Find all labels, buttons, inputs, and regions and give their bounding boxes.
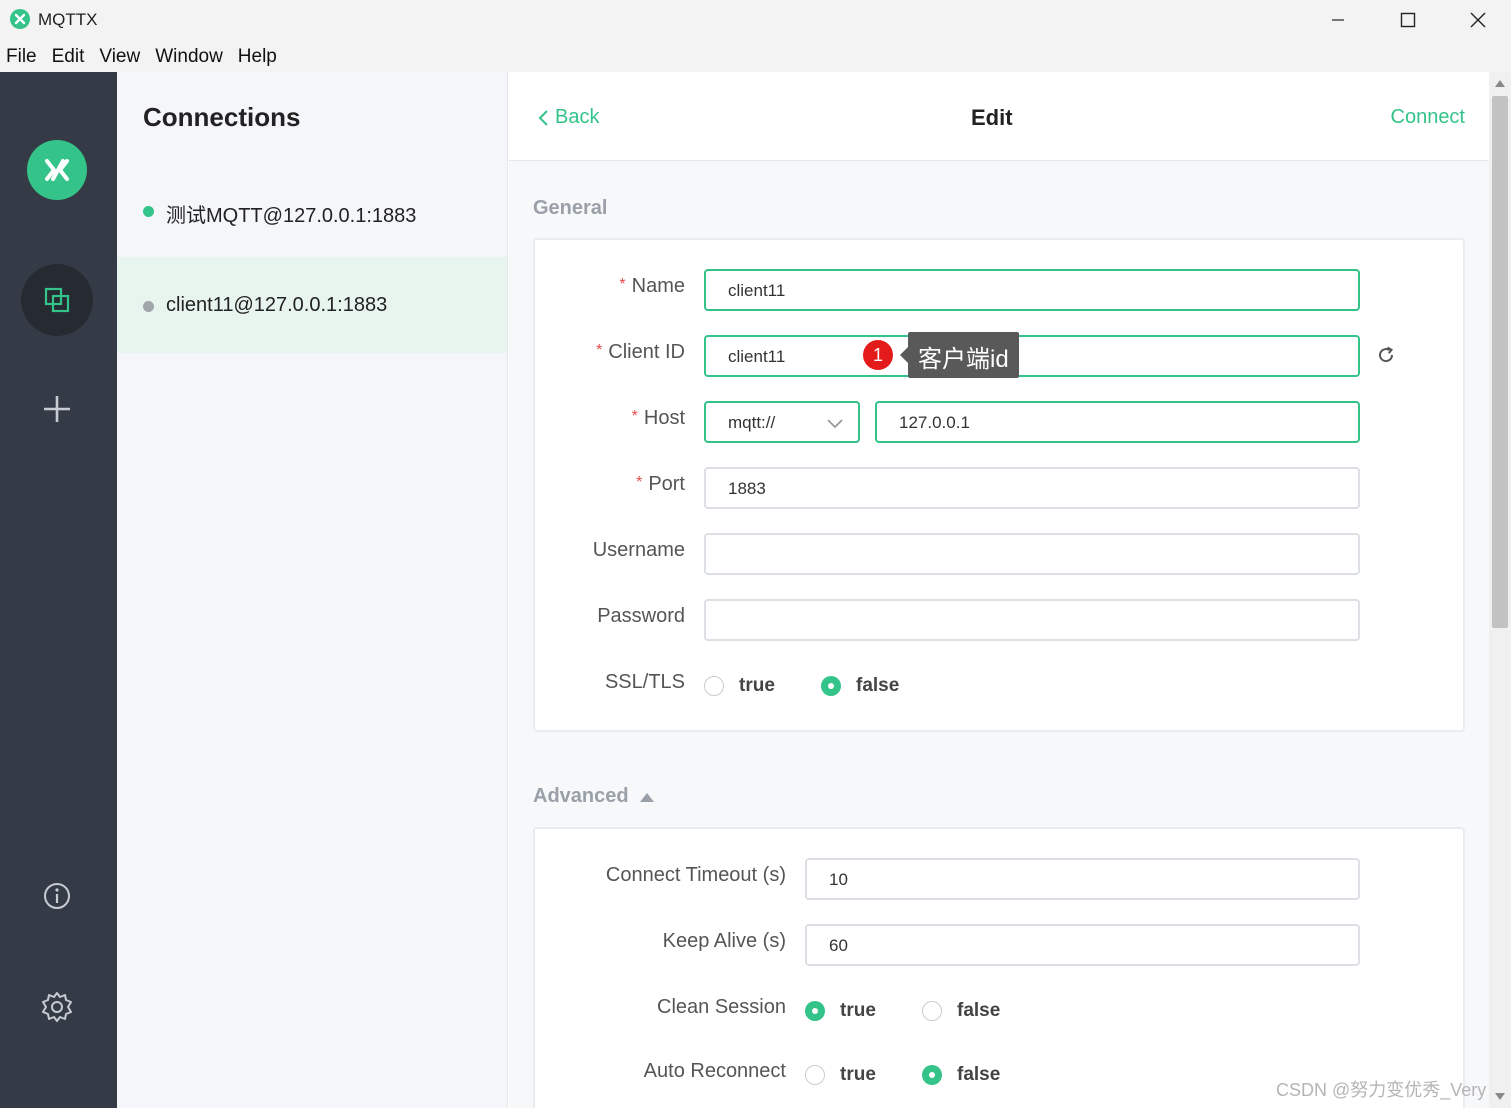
scrollbar-thumb[interactable] <box>1492 96 1508 628</box>
host-input[interactable]: 127.0.0.1 <box>875 401 1360 443</box>
close-button[interactable] <box>1443 0 1511 40</box>
protocol-value: mqtt:// <box>728 413 776 432</box>
client-id-label: * Client ID <box>596 341 685 363</box>
connect-timeout-input[interactable]: 10 <box>805 858 1360 900</box>
maximize-button[interactable] <box>1373 0 1443 40</box>
connection-item[interactable]: 测试MQTT@127.0.0.1:1883 <box>117 162 507 258</box>
protocol-select[interactable]: mqtt:// <box>704 401 860 443</box>
auto-reconnect-true-radio[interactable] <box>805 1065 825 1085</box>
page-title: Edit <box>971 105 1013 130</box>
menu-bar: File Edit View Window Help <box>0 40 1511 72</box>
annotation-tooltip: 客户端id <box>900 332 1019 378</box>
connect-timeout-label: Connect Timeout (s) <box>605 864 786 886</box>
general-card: * Name client11 * Client ID client11 1 客户端… <box>533 238 1465 732</box>
connect-button[interactable]: Connect <box>1391 106 1466 129</box>
keep-alive-input[interactable]: 60 <box>805 924 1360 966</box>
caret-up-icon <box>639 792 654 802</box>
auto-reconnect-true-label: true <box>840 1064 876 1085</box>
chevron-left-icon <box>538 109 548 126</box>
username-label: Username <box>592 539 685 561</box>
port-label: * Port <box>636 473 685 495</box>
connection-label: 测试MQTT@127.0.0.1:1883 <box>166 205 417 227</box>
auto-reconnect-false-radio[interactable] <box>922 1065 942 1085</box>
advanced-section-title: Advanced <box>533 785 629 807</box>
username-input[interactable] <box>704 533 1360 575</box>
name-label: * Name <box>619 275 685 297</box>
connection-label: client11@127.0.0.1:1883 <box>166 294 388 316</box>
status-dot <box>143 206 154 217</box>
ssl-true-label: true <box>739 675 775 696</box>
port-input[interactable]: 1883 <box>704 467 1360 509</box>
scrollbar[interactable] <box>1489 72 1511 1108</box>
about-button[interactable] <box>40 879 74 913</box>
gear-icon <box>42 992 72 1022</box>
edit-header: Back Edit Connect <box>509 72 1489 161</box>
clean-session-false-radio[interactable] <box>922 1001 942 1021</box>
window-title: MQTTX <box>38 10 98 29</box>
clean-session-true-label: true <box>840 1000 876 1021</box>
auto-reconnect-false-label: false <box>957 1064 1001 1085</box>
keep-alive-label: Keep Alive (s) <box>662 930 786 952</box>
back-label: Back <box>555 106 600 128</box>
minimize-button[interactable] <box>1303 0 1373 40</box>
edit-panel: Back Edit Connect General * Name client11… <box>509 72 1489 1108</box>
back-button[interactable]: Back <box>537 106 599 129</box>
general-section-title: General <box>533 197 608 219</box>
advanced-card: Connect Timeout (s) 10 Keep Alive (s) 60… <box>533 827 1465 1108</box>
scroll-up-icon[interactable] <box>1495 80 1505 87</box>
chevron-down-icon <box>827 419 843 429</box>
connections-nav-button[interactable] <box>21 264 93 336</box>
mqttx-logo-icon <box>27 140 87 200</box>
refresh-icon <box>1379 346 1394 363</box>
password-label: Password <box>597 605 685 627</box>
password-input[interactable] <box>704 599 1360 641</box>
menu-window[interactable]: Window <box>149 40 232 72</box>
host-label: * Host <box>631 407 685 429</box>
connections-icon <box>44 287 70 313</box>
client-id-input[interactable]: client11 <box>704 335 1360 377</box>
watermark: CSDN @努力变优秀_Very <box>1276 1080 1487 1100</box>
menu-view[interactable]: View <box>93 40 149 72</box>
clean-session-false-label: false <box>957 1000 1001 1021</box>
advanced-section-toggle[interactable]: Advanced <box>533 785 655 808</box>
info-icon <box>44 883 70 909</box>
annotation-badge: 1 <box>863 340 893 370</box>
refresh-client-id-button[interactable] <box>1375 344 1397 366</box>
status-dot <box>143 301 154 312</box>
menu-help[interactable]: Help <box>232 40 286 72</box>
menu-file[interactable]: File <box>0 40 46 72</box>
name-input[interactable]: client11 <box>704 269 1360 311</box>
clean-session-true-radio[interactable] <box>805 1001 825 1021</box>
connections-title: Connections <box>143 102 301 132</box>
settings-button[interactable] <box>38 988 76 1026</box>
mqttx-logo-icon <box>10 9 30 29</box>
ssl-true-radio[interactable] <box>704 676 724 696</box>
side-nav <box>0 72 117 1108</box>
clean-session-label: Clean Session <box>657 996 786 1018</box>
title-bar: MQTTX <box>0 0 1511 40</box>
ssl-false-label: false <box>856 675 900 696</box>
connection-item-selected[interactable]: client11@127.0.0.1:1883 <box>117 257 507 353</box>
plus-icon <box>44 396 70 422</box>
new-connection-button[interactable] <box>40 392 74 426</box>
ssl-tls-label: SSL/TLS <box>604 671 685 693</box>
ssl-false-radio[interactable] <box>821 676 841 696</box>
connections-panel: Connections 测试MQTT@127.0.0.1:1883 client… <box>117 72 508 1108</box>
auto-reconnect-label: Auto Reconnect <box>643 1060 786 1082</box>
menu-edit[interactable]: Edit <box>46 40 94 72</box>
scroll-down-icon[interactable] <box>1495 1093 1505 1100</box>
